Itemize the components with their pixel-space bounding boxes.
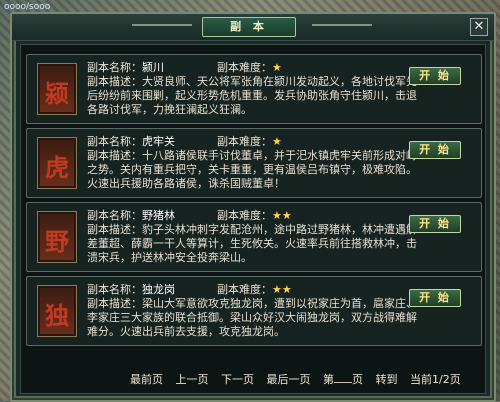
name-label: 副本名称：: [87, 283, 142, 296]
desc-label: 副本描述：: [87, 149, 142, 162]
desc-line-2: 李家庄三大家族的联合抵御。梁山众好汉大闹独龙岗，双方战得难解: [87, 311, 417, 324]
title-ornament-left: [132, 24, 192, 26]
desc-label: 副本描述：: [87, 297, 142, 310]
dungeon-card: 虎 副本名称：虎牢关 副本难度：★ 副本描述：十八路诸侯联手讨伐董卓，并于汜水镇…: [26, 128, 482, 198]
dungeon-info: 副本名称：独龙岗 副本难度：★★ 副本描述：梁山大军意欲攻克独龙岗，遭到以祝家庄…: [87, 283, 417, 339]
difficulty-stars: ★★: [272, 209, 292, 222]
page-number-input[interactable]: [334, 382, 352, 383]
desc-line-3: 溃宋兵，护送林冲安全投奔梁山。: [87, 251, 252, 264]
desc-line-2: 差董超、薛霸一干人等算计，生死攸关。火速率兵前往搭救林冲，击: [87, 237, 417, 250]
desc-line-2: 之势。关内有重兵把守，关卡重重，更有温侯吕布镇守，极难攻陷。: [87, 163, 417, 176]
last-page-link[interactable]: 最后一页: [267, 373, 311, 386]
start-button[interactable]: 开 始: [409, 141, 461, 159]
dungeon-portrait: 虎: [37, 137, 77, 189]
title-ornament-right: [312, 24, 372, 26]
dungeon-portrait: 独: [37, 285, 77, 337]
dungeon-card: 独 副本名称：独龙岗 副本难度：★★ 副本描述：梁山大军意欲攻克独龙岗，遭到以祝…: [26, 276, 482, 346]
name-label: 副本名称：: [87, 209, 142, 222]
desc-line-3: 难分。火速出兵前去支援，攻克独龙岗。: [87, 325, 285, 338]
name-label: 副本名称：: [87, 61, 142, 74]
difficulty-label: 副本难度：: [217, 283, 272, 296]
goto-button[interactable]: 转到: [376, 373, 398, 386]
dungeon-name: 颍川: [142, 61, 164, 74]
start-button[interactable]: 开 始: [409, 67, 461, 85]
first-page-link[interactable]: 最前页: [130, 373, 163, 386]
desc-line-1: 大贤良师、天公将军张角在颍川发动起义，各地讨伐军先: [142, 75, 417, 88]
title-bar: 副 本 ✕: [12, 14, 494, 41]
desc-line-1: 豹子头林冲刺字发配沧州，途中路过野猪林，林冲遭遇解: [142, 223, 417, 236]
difficulty-label: 副本难度：: [217, 61, 272, 74]
difficulty-stars: ★★: [272, 283, 292, 296]
dungeon-name: 野猪林: [142, 209, 175, 222]
dungeon-info: 副本名称：颍川 副本难度：★ 副本描述：大贤良师、天公将军张角在颍川发动起义，各…: [87, 61, 417, 117]
desc-line-1: 梁山大军意欲攻克独龙岗，遭到以祝家庄为首，扈家庄、: [142, 297, 417, 310]
page-prefix: 第: [323, 373, 334, 386]
desc-line-1: 十八路诸侯联手讨伐董卓，并于汜水镇虎牢关前形成对峙: [142, 149, 417, 162]
page-suffix: 页: [352, 373, 363, 386]
desc-label: 副本描述：: [87, 75, 142, 88]
dungeon-name: 独龙岗: [142, 283, 175, 296]
difficulty-stars: ★: [272, 135, 282, 148]
desc-line-2: 后纷纷前来围剿，起义形势危机重重。发兵协助张角守住颍川，击退: [87, 89, 417, 102]
dungeon-portrait-glyph: 颍: [45, 79, 69, 108]
dungeon-info: 副本名称：虎牢关 副本难度：★ 副本描述：十八路诸侯联手讨伐董卓，并于汜水镇虎牢…: [87, 135, 417, 191]
prev-page-link[interactable]: 上一页: [176, 373, 209, 386]
dungeon-portrait-glyph: 野: [45, 227, 69, 256]
dungeon-window: 副 本 ✕ 颍 副本名称：颍川 副本难度：★ 副本描述：大贤良师、天公将军张角在…: [10, 12, 496, 402]
desc-label: 副本描述：: [87, 223, 142, 236]
current-page-indicator: 当前1/2页: [410, 373, 461, 386]
difficulty-label: 副本难度：: [217, 135, 272, 148]
difficulty-stars: ★: [272, 61, 282, 74]
name-label: 副本名称：: [87, 135, 142, 148]
next-page-link[interactable]: 下一页: [221, 373, 254, 386]
start-button[interactable]: 开 始: [409, 215, 461, 233]
pagination: 最前页 上一页 下一页 最后一页 第 页 转到 当前1/2页: [130, 371, 470, 387]
dungeon-info: 副本名称：野猪林 副本难度：★★ 副本描述：豹子头林冲刺字发配沧州，途中路过野猪…: [87, 209, 417, 265]
dungeon-card: 颍 副本名称：颍川 副本难度：★ 副本描述：大贤良师、天公将军张角在颍川发动起义…: [26, 54, 482, 124]
start-button[interactable]: 开 始: [409, 289, 461, 307]
dungeon-name: 虎牢关: [142, 135, 175, 148]
desc-line-3: 各路讨伐军，力挽狂澜起义狂澜。: [87, 103, 252, 116]
close-button[interactable]: ✕: [470, 18, 488, 36]
dungeon-portrait-glyph: 虎: [45, 153, 69, 182]
dungeon-card: 野 副本名称：野猪林 副本难度：★★ 副本描述：豹子头林冲刺字发配沧州，途中路过…: [26, 202, 482, 272]
dungeon-portrait: 野: [37, 211, 77, 263]
desc-line-3: 火速出兵援助各路诸侯，诛杀国贼董卓！: [87, 177, 285, 190]
dungeon-portrait: 颍: [37, 63, 77, 115]
difficulty-label: 副本难度：: [217, 209, 272, 222]
dungeon-portrait-glyph: 独: [45, 301, 69, 330]
window-title: 副 本: [202, 17, 296, 37]
